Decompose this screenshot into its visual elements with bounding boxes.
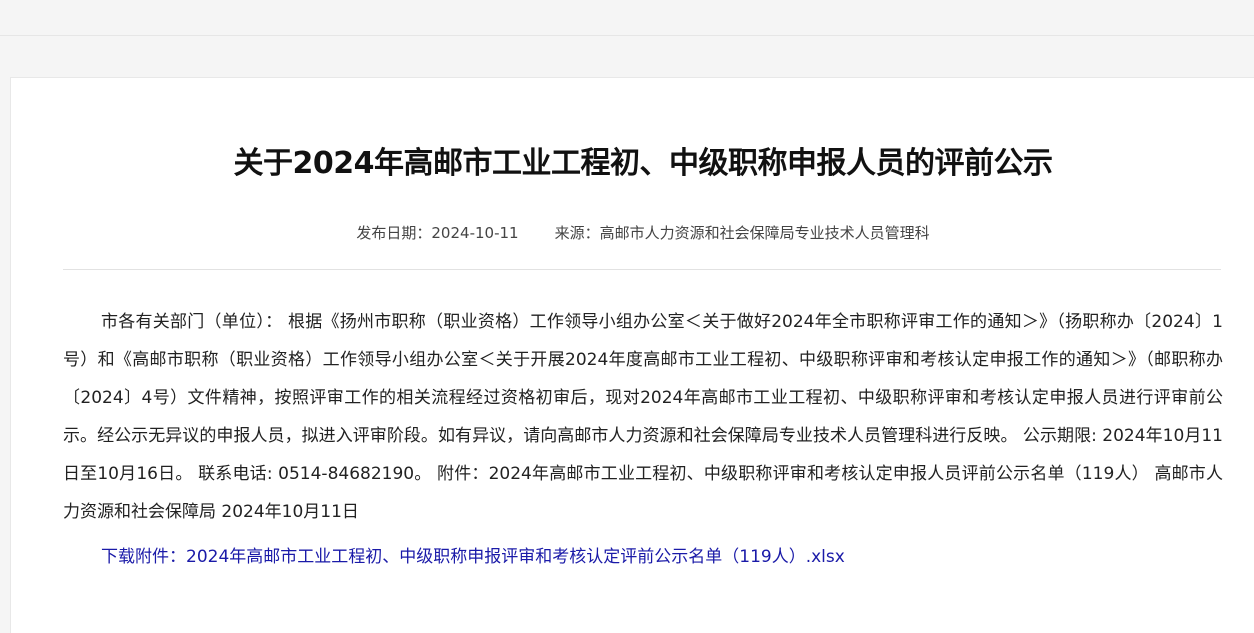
attachment-download-link[interactable]: 2024年高邮市工业工程初、中级职称申报评审和考核认定评前公示名单（119人）.… [186,547,845,567]
publish-date: 2024-10-11 [431,224,519,242]
attachment-label: 下载附件： [101,547,186,567]
source-name: 高邮市人力资源和社会保障局专业技术人员管理科 [599,224,930,242]
top-bar [0,0,1254,36]
article-meta: 发布日期：2024-10-11 来源：高邮市人力资源和社会保障局专业技术人员管理科 [11,223,1254,243]
page-title: 关于2024年高邮市工业工程初、中级职称申报人员的评前公示 [233,146,1054,181]
publish-date-label: 发布日期： [356,224,432,242]
article-card: 关于2024年高邮市工业工程初、中级职称申报人员的评前公示 发布日期：2024-… [10,77,1254,633]
divider [63,269,1221,270]
article-body: 市各有关部门（单位）： 根据《扬州市职称（职业资格）工作领导小组办公室＜关于做好… [63,312,1223,522]
source-label: 来源： [554,224,600,242]
attachment-row: 下载附件：2024年高邮市工业工程初、中级职称申报评审和考核认定评前公示名单（1… [101,544,845,570]
